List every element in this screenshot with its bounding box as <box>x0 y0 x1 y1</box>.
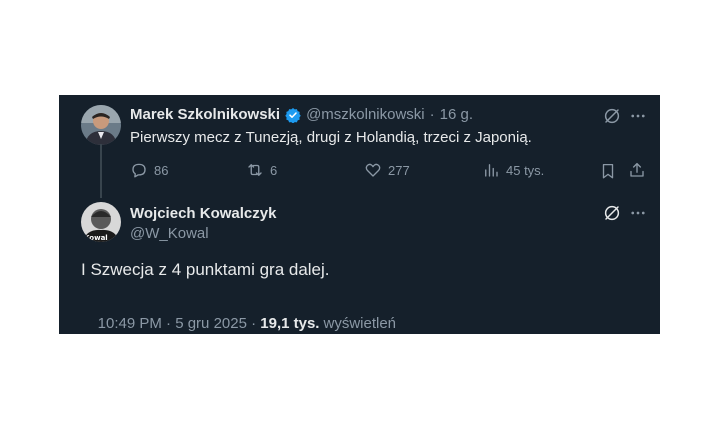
grok-icon[interactable] <box>603 107 621 125</box>
verified-badge-icon <box>285 107 301 123</box>
reply-timestamp[interactable]: 10:49 PM · 5 gru 2025 · <box>98 315 261 332</box>
like-icon <box>364 161 382 179</box>
repost-count: 6 <box>270 162 278 178</box>
thread-line <box>100 144 102 198</box>
avatar-caption: Kowal <box>84 234 108 242</box>
tweet-time[interactable]: 16 g. <box>440 106 473 123</box>
avatar-wojciech[interactable]: Kowal <box>81 202 121 242</box>
reply-views-count: 19,1 tys. <box>260 315 320 332</box>
author-handle[interactable]: @mszkolnikowski <box>306 106 425 123</box>
tweet-text: Pierwszy mecz z Tunezją, drugi z Holandi… <box>130 129 532 146</box>
views-button[interactable]: 45 tys. <box>482 161 544 179</box>
repost-icon <box>246 161 264 179</box>
reply-views-label: wyświetleń <box>323 315 397 332</box>
like-count: 277 <box>388 162 410 178</box>
reply-text: I Szwecja z 4 punktami gra dalej. <box>81 260 330 279</box>
share-icon[interactable] <box>628 161 646 179</box>
reply-author-handle[interactable]: @W_Kowal <box>130 225 209 242</box>
author-name[interactable]: Marek Szkolnikowski <box>130 106 280 123</box>
bookmark-icon[interactable] <box>599 162 617 180</box>
grok-icon[interactable] <box>603 204 621 222</box>
reply-author-name[interactable]: Wojciech Kowalczyk <box>130 205 276 222</box>
reply-count: 86 <box>154 162 169 178</box>
repost-button[interactable]: 6 <box>246 161 277 179</box>
tweet-card: Marek Szkolnikowski @mszkolnikowski · 16… <box>59 95 660 334</box>
reply-icon <box>130 161 148 179</box>
separator: · <box>429 106 435 123</box>
avatar-marek[interactable] <box>81 105 121 145</box>
views-icon <box>482 161 500 179</box>
like-button[interactable]: 277 <box>364 161 410 179</box>
views-count: 45 tys. <box>506 162 545 178</box>
more-icon[interactable] <box>629 204 647 222</box>
reply-button[interactable]: 86 <box>130 161 168 179</box>
more-icon[interactable] <box>629 107 647 125</box>
